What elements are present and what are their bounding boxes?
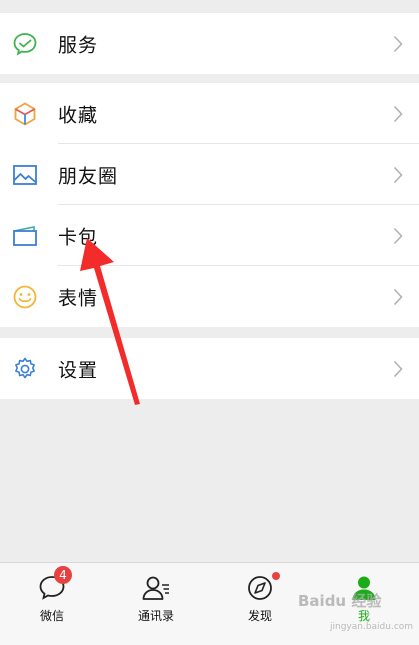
picture-icon — [12, 162, 38, 188]
gear-icon — [12, 356, 38, 382]
me-page: 服务 收藏 朋友圈 卡包 表情 设置 4 微信 通讯录 发现 我 Baidu 经… — [0, 0, 419, 645]
menu-item-label: 服务 — [58, 34, 99, 56]
menu-item-label: 设置 — [58, 359, 99, 381]
card-icon — [12, 223, 38, 249]
menu-item-stickers[interactable]: 表情 — [0, 266, 419, 327]
menu-group-settings: 设置 — [0, 338, 419, 399]
unread-badge: 4 — [54, 566, 72, 584]
new-content-dot — [272, 572, 280, 580]
chevron-right-icon — [393, 166, 403, 184]
menu-item-favorites[interactable]: 收藏 — [0, 83, 419, 144]
menu-item-cards[interactable]: 卡包 — [0, 205, 419, 266]
tab-label: 通讯录 — [137, 609, 174, 623]
chevron-right-icon — [393, 35, 403, 53]
menu-item-services[interactable]: 服务 — [0, 13, 419, 74]
tab-label: 微信 — [39, 609, 64, 623]
menu-item-label: 卡包 — [58, 226, 99, 248]
menu-item-moments[interactable]: 朋友圈 — [0, 144, 419, 205]
watermark-url: jingyan.baidu.com — [330, 622, 414, 632]
menu-item-label: 收藏 — [58, 104, 99, 126]
tab-contacts[interactable]: 通讯录 — [104, 563, 208, 645]
menu-item-label: 朋友圈 — [58, 165, 119, 187]
menu-item-label: 表情 — [58, 287, 99, 309]
cube-icon — [12, 101, 38, 127]
chevron-right-icon — [393, 360, 403, 378]
compass-icon — [245, 573, 275, 603]
menu-group-main: 收藏 朋友圈 卡包 表情 — [0, 83, 419, 327]
contacts-icon — [141, 573, 171, 603]
watermark: Baidu 经验 — [298, 592, 382, 610]
tab-chats[interactable]: 4 微信 — [0, 563, 104, 645]
wechat-pay-icon — [12, 31, 38, 57]
menu-item-settings[interactable]: 设置 — [0, 338, 419, 399]
chevron-right-icon — [393, 288, 403, 306]
chevron-right-icon — [393, 105, 403, 123]
chevron-right-icon — [393, 227, 403, 245]
smile-icon — [12, 284, 38, 310]
menu-group-services: 服务 — [0, 13, 419, 74]
tab-label: 发现 — [247, 609, 272, 623]
tab-discover[interactable]: 发现 — [208, 563, 312, 645]
